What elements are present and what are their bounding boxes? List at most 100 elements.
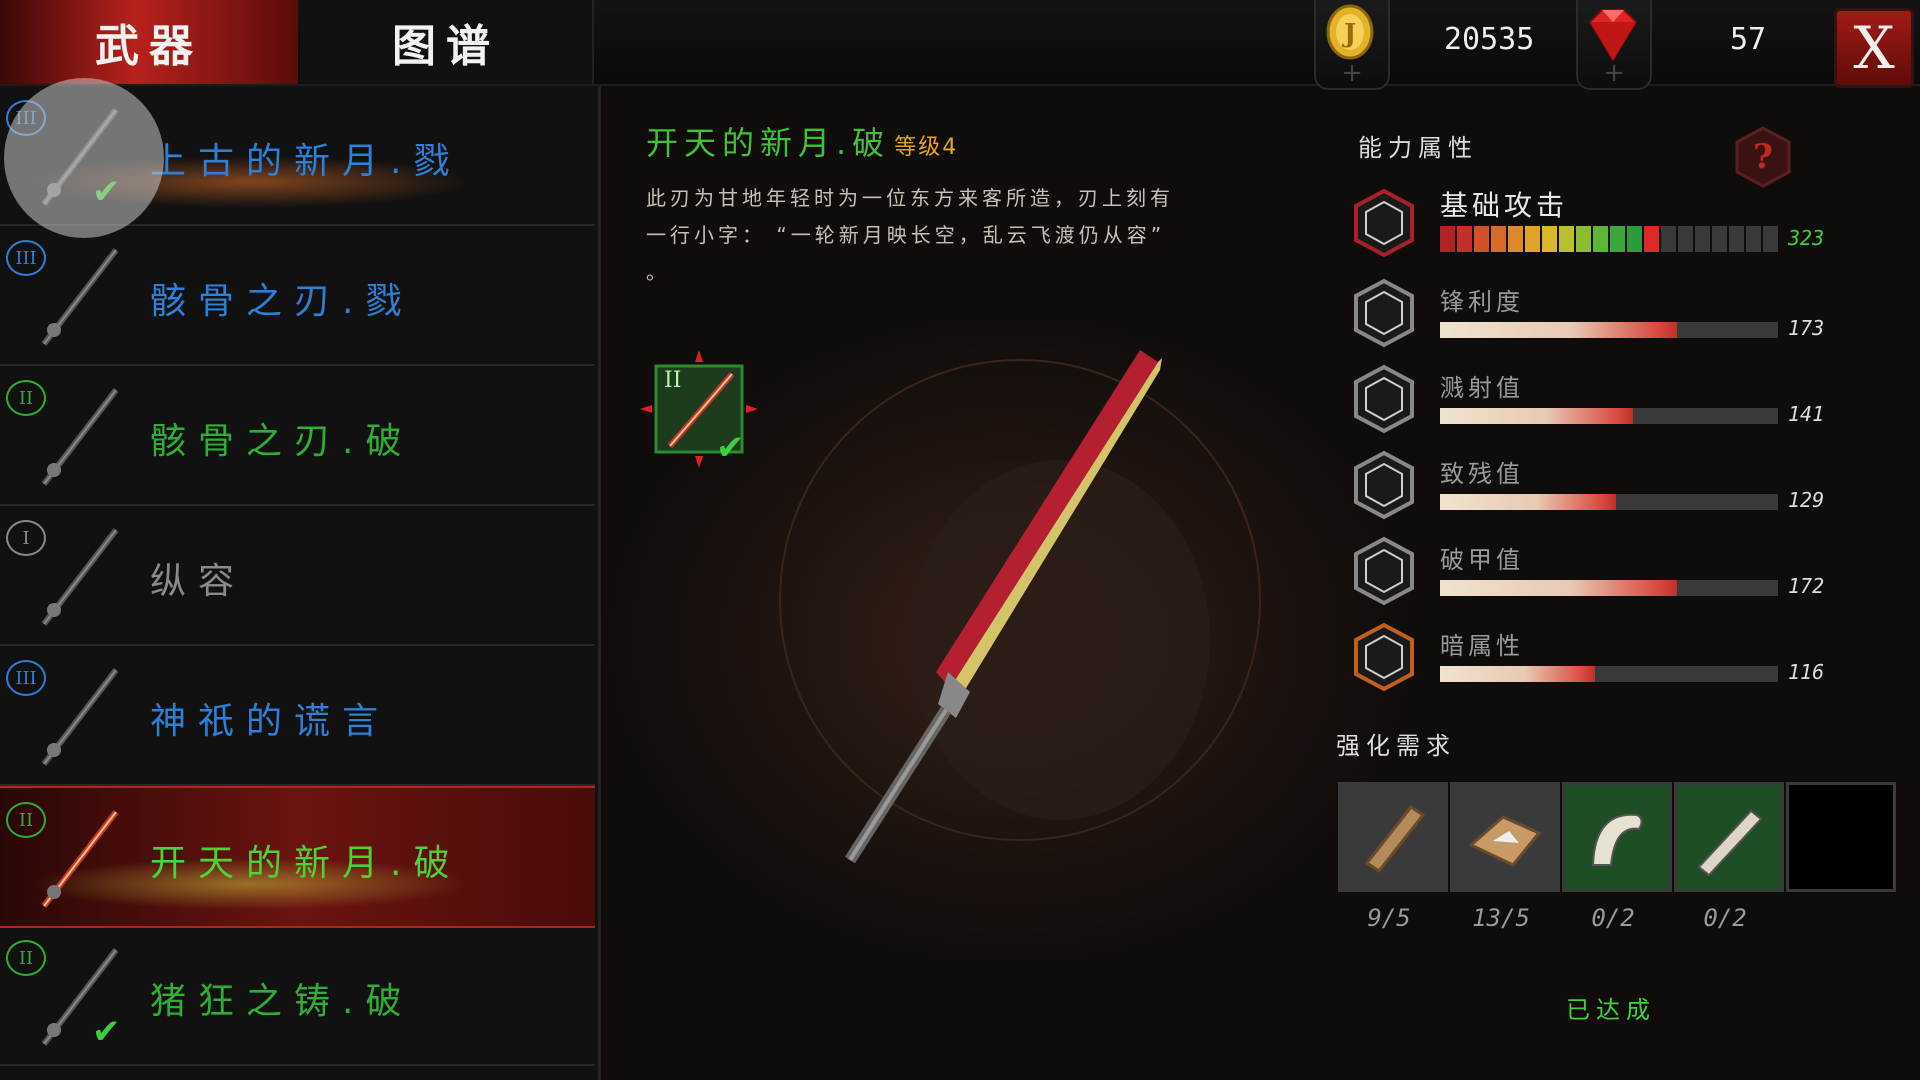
- material-slot[interactable]: [1786, 782, 1896, 892]
- wood-material-icon: [1364, 804, 1426, 874]
- weapon-row[interactable]: III 骸骨之刃.戮: [0, 226, 595, 366]
- attack-segment: [1610, 226, 1625, 252]
- gold-amount: 20535: [1444, 22, 1535, 57]
- tab-codex[interactable]: 图谱: [300, 0, 594, 84]
- attack-segment: [1559, 226, 1574, 252]
- attack-icon: [1354, 188, 1414, 258]
- help-icon[interactable]: ?: [1732, 126, 1794, 188]
- attack-segment: [1627, 226, 1642, 252]
- stat-label: 基础攻击: [1440, 189, 1569, 222]
- weapon-name: 开天的新月.破: [150, 843, 462, 884]
- weapon-level: 等级4: [894, 135, 959, 160]
- stat-value: 172: [1788, 574, 1825, 598]
- attack-segment: [1712, 226, 1727, 252]
- attack-segment: [1644, 226, 1659, 252]
- weapon-artwork: [779, 350, 1261, 864]
- tab-weapons[interactable]: 武器: [0, 0, 298, 84]
- stat-label: 锋利度: [1440, 288, 1524, 316]
- badge-check-icon: ✔: [716, 428, 745, 468]
- enhance-title: 强化需求: [1336, 732, 1456, 760]
- attack-segment: [1457, 226, 1472, 252]
- attack-segment: [1542, 226, 1557, 252]
- stat-row: 基础攻击 323: [1352, 188, 1912, 264]
- top-bar: 武器 图谱 J + 20535 + 57 X: [0, 0, 1920, 90]
- splash-icon: [1354, 364, 1414, 434]
- weapon-description: 此刃为甘地年轻时为一位东方来客所造，刃上刻有 一行小字： “一轮新月映长空，乱云…: [646, 180, 1216, 291]
- weapon-title: 开天的新月.破 等级4: [646, 118, 958, 164]
- stat-bar: [1440, 322, 1778, 338]
- weapon-name: 纵容: [150, 561, 247, 602]
- weapon-thumbnail-icon: [41, 388, 119, 486]
- weapon-name: 上古的新月.戮: [150, 141, 462, 182]
- hide-material-icon: [1468, 815, 1542, 867]
- armor-break-icon: [1354, 536, 1414, 606]
- weapon-badge[interactable]: II ✔: [640, 350, 758, 468]
- stat-label: 破甲值: [1440, 546, 1524, 574]
- empty-slot: [1789, 785, 1893, 889]
- touch-indicator: [4, 78, 164, 238]
- stat-value: 116: [1788, 660, 1825, 684]
- attack-segment: [1746, 226, 1761, 252]
- desc-line-3: 。: [646, 260, 670, 284]
- material-count: 13/5: [1472, 904, 1530, 932]
- weapon-screen: 武器 图谱 J + 20535 + 57 X III上古的新月.戮✔III骸骨之…: [0, 0, 1920, 1080]
- claw-material-icon: [1591, 813, 1643, 866]
- stat-value: 129: [1788, 488, 1825, 512]
- attack-segment: [1474, 226, 1489, 252]
- attack-segment: [1678, 226, 1693, 252]
- material-slot[interactable]: [1562, 782, 1672, 892]
- weapon-row[interactable]: III 神祇的谎言: [0, 646, 595, 786]
- weapon-thumbnail-icon: [41, 528, 119, 626]
- red-gem-icon: [1588, 9, 1638, 62]
- material-count: 9/5: [1367, 904, 1411, 932]
- material-slot[interactable]: [1674, 782, 1784, 892]
- attack-segment: [1576, 226, 1591, 252]
- stat-row: 溅射值 141: [1352, 364, 1912, 440]
- sharpness-icon: [1354, 278, 1414, 348]
- material-slot[interactable]: [1450, 782, 1560, 892]
- attack-segment: [1491, 226, 1506, 252]
- attack-segment: [1440, 226, 1455, 252]
- stat-bar: [1440, 226, 1778, 252]
- attack-segment: [1593, 226, 1608, 252]
- stat-row: 锋利度 173: [1352, 278, 1912, 354]
- stat-bar: [1440, 494, 1778, 510]
- stat-value: 323: [1788, 226, 1825, 250]
- stat-bar-fill: [1440, 494, 1616, 510]
- stat-bar: [1440, 580, 1778, 596]
- close-button[interactable]: X: [1834, 8, 1914, 88]
- weapon-name: 开天的新月.破: [646, 124, 891, 162]
- stat-bar: [1440, 408, 1778, 424]
- weapon-thumbnail-icon: [41, 668, 119, 766]
- stat-label: 暗属性: [1440, 632, 1524, 660]
- stat-bar-fill: [1440, 666, 1596, 682]
- attack-segment: [1525, 226, 1540, 252]
- weapon-row[interactable]: II 猪狂之铸.破 ✔: [0, 926, 595, 1066]
- material-slot[interactable]: [1338, 782, 1448, 892]
- stat-value: 141: [1788, 402, 1825, 426]
- stat-value: 173: [1788, 316, 1825, 340]
- stat-bar-fill: [1440, 408, 1633, 424]
- weapon-thumbnail-icon: [41, 248, 119, 346]
- owned-check-icon: ✔: [92, 1012, 121, 1052]
- attack-segment: [1695, 226, 1710, 252]
- gold-coin-icon: J: [1326, 4, 1374, 60]
- attack-segment: [1508, 226, 1523, 252]
- stat-bar: [1440, 666, 1778, 682]
- add-gem-icon[interactable]: +: [1578, 60, 1650, 86]
- gold-slot[interactable]: J +: [1314, 0, 1390, 90]
- desc-line-1: 此刃为甘地年轻时为一位东方来客所造，刃上刻有: [646, 186, 1174, 210]
- stat-row: 致残值 129: [1352, 450, 1912, 526]
- add-gold-icon[interactable]: +: [1316, 60, 1388, 86]
- desc-line-2: 一行小字： “一轮新月映长空，乱云飞渡仍从容”: [646, 223, 1166, 247]
- weapon-row[interactable]: I 纵容: [0, 506, 595, 646]
- weapon-row[interactable]: II 骸骨之刃.破: [0, 366, 595, 506]
- requirement-status: 已达成: [1566, 996, 1656, 1024]
- gem-slot[interactable]: +: [1576, 0, 1652, 90]
- svg-text:?: ?: [1753, 137, 1773, 177]
- attack-segment: [1763, 226, 1778, 252]
- material-count: 0/2: [1591, 904, 1635, 932]
- cripple-icon: [1354, 450, 1414, 520]
- stat-bar-fill: [1440, 322, 1677, 338]
- weapon-row[interactable]: II 开天的新月.破: [0, 786, 595, 928]
